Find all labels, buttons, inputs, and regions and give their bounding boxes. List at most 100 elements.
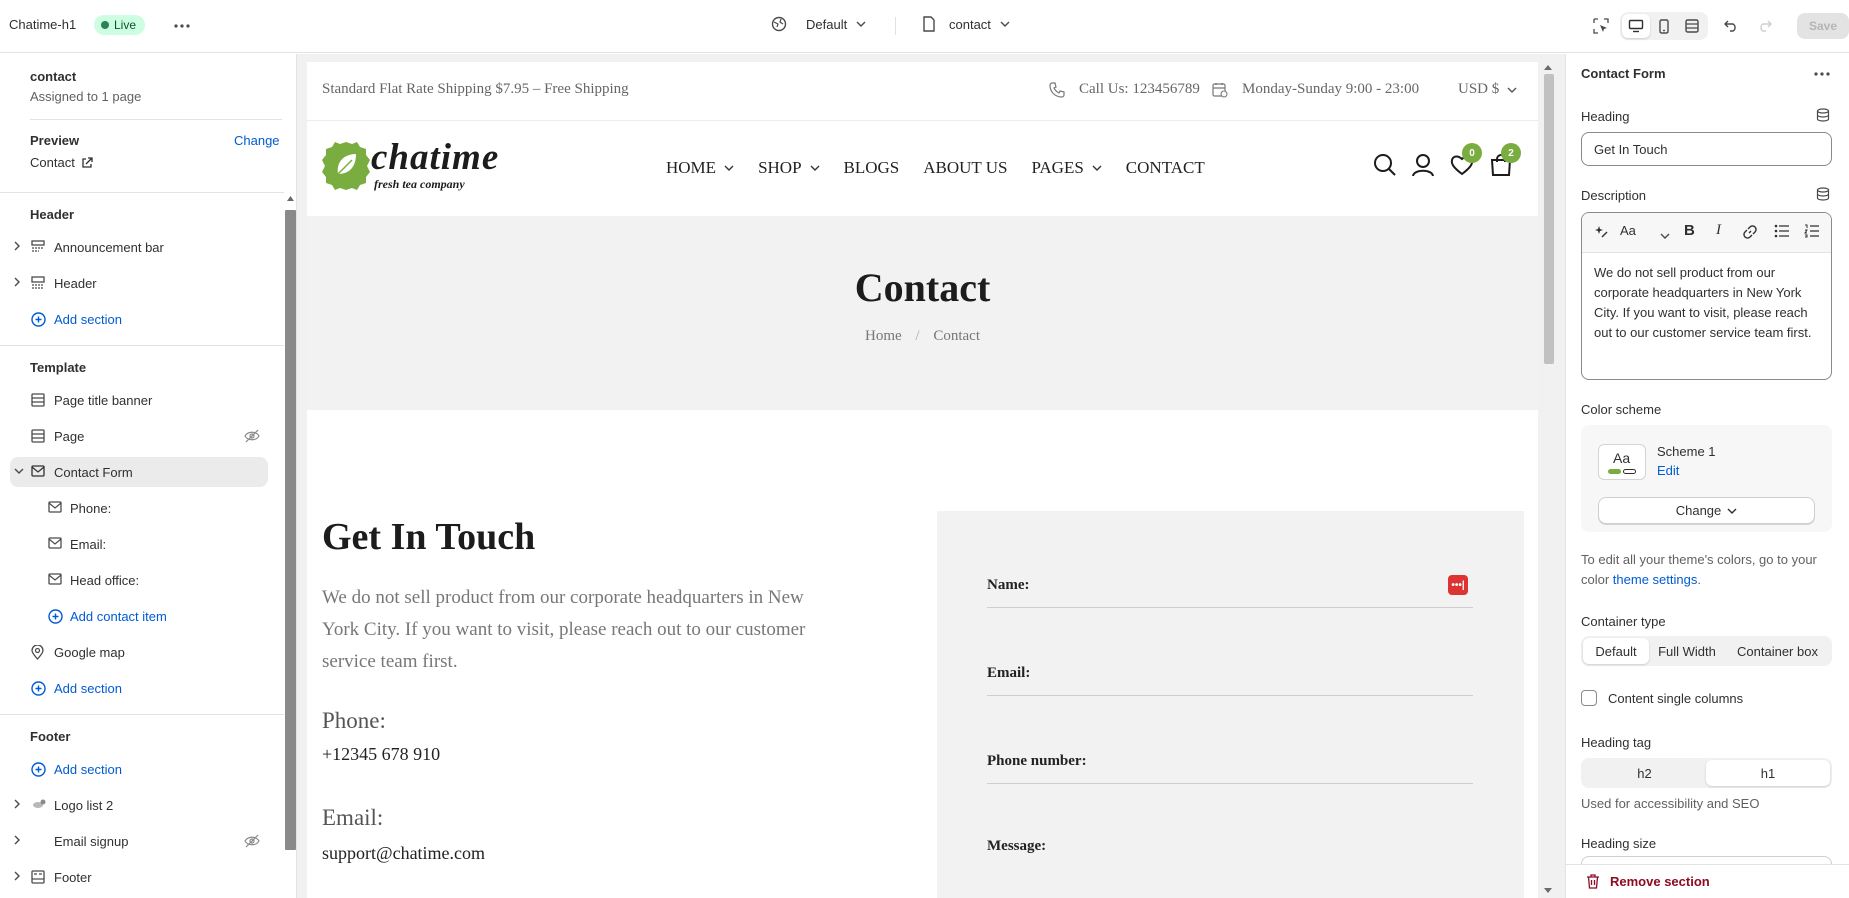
nav-contact[interactable]: CONTACT [1126, 158, 1205, 178]
numbered-list-icon[interactable] [1804, 224, 1820, 241]
heading-tag-h1-option[interactable]: h1 [1706, 760, 1830, 786]
save-button[interactable]: Save [1797, 13, 1849, 39]
scheme-change-button[interactable]: Change [1598, 497, 1815, 524]
external-link-icon [82, 156, 93, 168]
fullwidth-icon[interactable] [1678, 14, 1706, 38]
account-icon[interactable] [1411, 153, 1435, 180]
breadcrumb-home[interactable]: Home [865, 328, 902, 344]
redo-icon[interactable] [1755, 16, 1775, 36]
form-phone-input[interactable] [987, 783, 1473, 784]
chevron-down-icon [810, 165, 820, 171]
chevron-right-icon[interactable] [14, 241, 21, 251]
undo-icon[interactable] [1721, 16, 1741, 36]
section-footer[interactable]: Footer [0, 862, 268, 892]
form-email-input[interactable] [987, 695, 1473, 696]
search-icon[interactable] [1373, 153, 1397, 180]
chevron-down-icon [1507, 87, 1517, 93]
italic-icon[interactable]: I [1716, 222, 1721, 239]
store-name[interactable]: Chatime-h1 [9, 17, 76, 32]
phone-icon [1049, 81, 1065, 98]
nav-blogs[interactable]: BLOGS [844, 158, 900, 178]
section-label: Page [54, 429, 85, 444]
eye-hidden-icon[interactable] [244, 834, 260, 848]
chevron-right-icon[interactable] [14, 835, 21, 845]
scroll-up-arrow-icon[interactable] [287, 196, 294, 201]
divider [30, 119, 282, 120]
section-label: Contact Form [54, 465, 133, 480]
section-header[interactable]: Header [0, 268, 268, 298]
container-box-option[interactable]: Container box [1725, 638, 1830, 664]
preview-page-link[interactable]: Contact [30, 155, 93, 170]
add-section-footer[interactable]: Add section [0, 754, 268, 784]
section-page-title-banner[interactable]: Page title banner [0, 385, 268, 415]
heading-input[interactable]: Get In Touch [1581, 132, 1832, 166]
scheme-edit-link[interactable]: Edit [1657, 463, 1679, 478]
form-email-label: Email: [987, 665, 1031, 681]
section-page[interactable]: Page [0, 421, 268, 451]
sidebar-scrollbar-thumb[interactable] [285, 210, 296, 850]
chevron-right-icon[interactable] [14, 277, 21, 287]
ai-generate-icon[interactable] [1594, 224, 1609, 242]
currency-selector[interactable]: USD $ [1458, 81, 1517, 98]
add-contact-item-label: Add contact item [70, 609, 167, 624]
chevron-down-icon[interactable] [1660, 227, 1670, 242]
description-editor[interactable]: Aa B I We do not sell product from our c… [1581, 212, 1832, 380]
section-contact-form[interactable]: Contact Form [10, 457, 268, 487]
bold-icon[interactable]: B [1684, 222, 1695, 239]
dynamic-source-icon[interactable] [1816, 108, 1830, 122]
inspector-icon[interactable] [1591, 16, 1611, 36]
more-actions-icon[interactable] [1814, 64, 1830, 79]
description-editor-text[interactable]: We do not sell product from our corporat… [1582, 253, 1831, 353]
mobile-icon[interactable] [1650, 14, 1678, 38]
container-default-option[interactable]: Default [1583, 638, 1649, 664]
theme-selector[interactable]: Default [771, 16, 866, 32]
section-google-map[interactable]: Google map [0, 637, 268, 667]
chevron-down-icon[interactable] [14, 468, 24, 475]
more-actions-icon[interactable] [172, 16, 192, 36]
password-manager-icon[interactable]: •••| [1448, 575, 1468, 595]
block-email[interactable]: Email: [0, 529, 268, 559]
color-scheme-picker: Aa Scheme 1 Edit Change [1581, 425, 1832, 532]
section-email-signup[interactable]: Email signup [0, 826, 268, 856]
container-full-width-option[interactable]: Full Width [1649, 638, 1725, 664]
remove-section-button[interactable]: Remove section [1586, 874, 1710, 889]
add-section-header[interactable]: Add section [0, 304, 268, 334]
nav-about-us[interactable]: ABOUT US [923, 158, 1007, 178]
dynamic-source-icon[interactable] [1816, 187, 1830, 201]
single-columns-checkbox[interactable] [1581, 690, 1597, 706]
nav-home[interactable]: HOME [666, 158, 734, 178]
scroll-up-arrow-icon[interactable] [1544, 65, 1552, 70]
bullet-list-icon[interactable] [1774, 224, 1790, 241]
plus-circle-icon [31, 762, 46, 777]
form-name-input[interactable] [987, 607, 1473, 608]
page-selector[interactable]: contact [922, 16, 1010, 32]
theme-settings-link[interactable]: theme settings [1613, 572, 1698, 587]
section-logo-list-2[interactable]: Logo list 2 [0, 790, 268, 820]
theme-label: Default [806, 16, 848, 32]
section-announcement-bar[interactable]: Announcement bar [0, 232, 268, 262]
add-contact-item[interactable]: Add contact item [0, 601, 268, 631]
chevron-right-icon[interactable] [14, 799, 21, 809]
text-style-icon[interactable]: Aa [1620, 223, 1636, 238]
announcement-bar-icon [31, 240, 45, 252]
heading-tag-h2-option[interactable]: h2 [1583, 760, 1706, 786]
scroll-down-arrow-icon[interactable] [1544, 888, 1552, 893]
contact-item-icon [48, 537, 62, 549]
brand-logo[interactable]: chatime fresh tea company [321, 136, 511, 201]
desktop-icon[interactable] [1622, 14, 1650, 38]
block-phone[interactable]: Phone: [0, 493, 268, 523]
chevron-right-icon[interactable] [14, 871, 21, 881]
eye-hidden-icon[interactable] [244, 429, 260, 443]
block-head-office[interactable]: Head office: [0, 565, 268, 595]
section-label: Header [54, 276, 97, 291]
nav-pages[interactable]: PAGES [1032, 158, 1102, 178]
change-preview-link[interactable]: Change [234, 133, 280, 148]
preview-scrollbar-thumb[interactable] [1544, 74, 1554, 364]
live-label: Live [114, 18, 137, 32]
nav-shop[interactable]: SHOP [758, 158, 820, 178]
add-section-template[interactable]: Add section [0, 673, 268, 703]
divider [0, 345, 284, 346]
container-type-label: Container type [1581, 614, 1666, 629]
logo-tagline: fresh tea company [374, 177, 465, 191]
link-icon[interactable] [1742, 224, 1758, 243]
